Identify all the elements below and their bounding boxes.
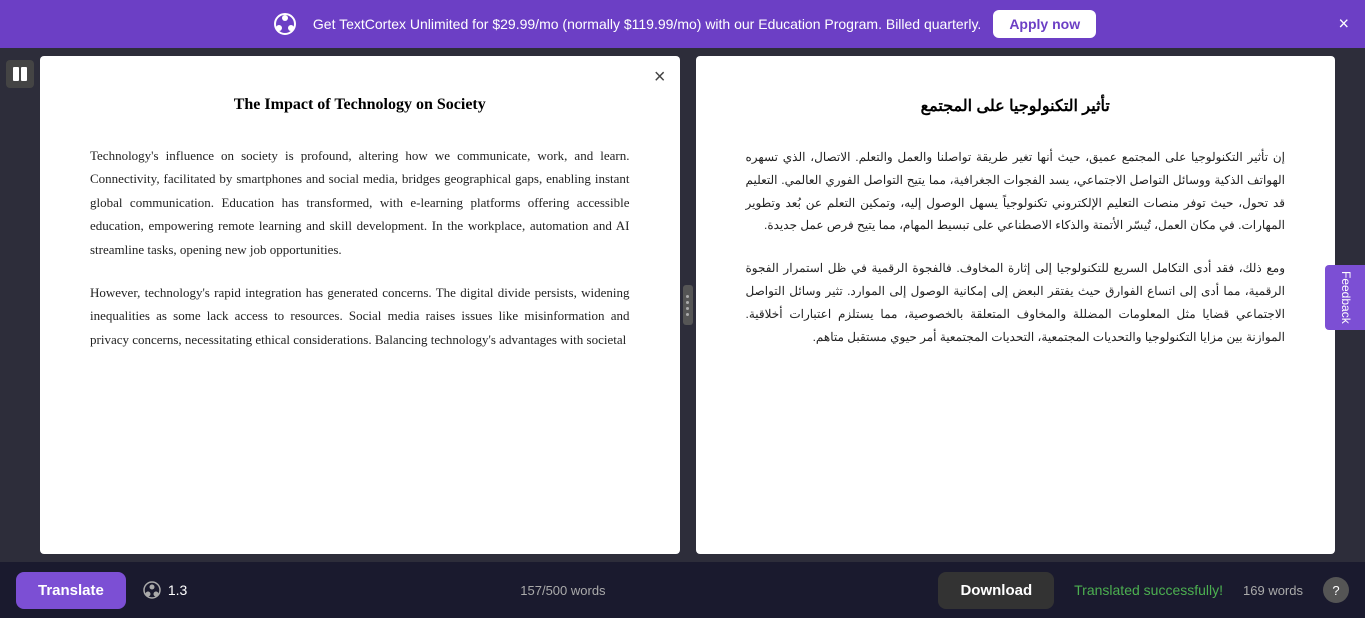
- close-banner-button[interactable]: ×: [1338, 14, 1349, 35]
- source-doc-body: Technology's influence on society is pro…: [90, 144, 630, 351]
- textcortex-logo-icon: [269, 8, 301, 40]
- help-button[interactable]: ?: [1323, 577, 1349, 603]
- divider-dot: [686, 301, 689, 304]
- apply-now-button[interactable]: Apply now: [993, 10, 1096, 38]
- target-panel: تأثير التكنولوجيا على المجتمع إن تأثير ا…: [696, 56, 1336, 554]
- toolbar-right-section: Download Translated successfully! 169 wo…: [938, 572, 1349, 609]
- right-sidebar: Feedback: [1335, 48, 1365, 562]
- feedback-tab[interactable]: Feedback: [1325, 265, 1365, 330]
- source-doc-content: The Impact of Technology on Society Tech…: [40, 56, 680, 554]
- token-icon: [142, 580, 162, 600]
- success-message: Translated successfully!: [1074, 582, 1223, 598]
- source-paragraph-1: Technology's influence on society is pro…: [90, 144, 630, 261]
- toolbar-left-section: Translate 1.3: [16, 572, 187, 609]
- source-panel-close-button[interactable]: ×: [654, 66, 666, 89]
- source-doc-title: The Impact of Technology on Society: [90, 96, 630, 114]
- main-area: × The Impact of Technology on Society Te…: [0, 48, 1365, 562]
- token-count: 1.3: [168, 582, 187, 598]
- layout-icon: [11, 65, 29, 83]
- word-count-left: 157/500 words: [520, 583, 605, 598]
- download-button[interactable]: Download: [938, 572, 1054, 609]
- banner-text: Get TextCortex Unlimited for $29.99/mo (…: [313, 16, 981, 32]
- target-paragraph-1: إن تأثير التكنولوجيا على المجتمع عميق، ح…: [746, 146, 1286, 237]
- divider-dot: [686, 307, 689, 310]
- bottom-toolbar: Translate 1.3 157/500 words Download Tra…: [0, 562, 1365, 618]
- panels-container: × The Impact of Technology on Society Te…: [40, 48, 1335, 562]
- panel-divider[interactable]: [680, 48, 696, 562]
- divider-dot: [686, 313, 689, 316]
- target-paragraph-2: ومع ذلك، فقد أدى التكامل السريع للتكنولو…: [746, 257, 1286, 348]
- translate-button[interactable]: Translate: [16, 572, 126, 609]
- token-display: 1.3: [142, 580, 187, 600]
- sidebar-toggle-button[interactable]: [6, 60, 34, 88]
- source-panel: × The Impact of Technology on Society Te…: [40, 56, 680, 554]
- target-doc-title: تأثير التكنولوجيا على المجتمع: [746, 96, 1286, 116]
- top-banner: Get TextCortex Unlimited for $29.99/mo (…: [0, 0, 1365, 48]
- divider-handle: [683, 285, 693, 325]
- target-doc-body: إن تأثير التكنولوجيا على المجتمع عميق، ح…: [746, 146, 1286, 348]
- target-doc-content: تأثير التكنولوجيا على المجتمع إن تأثير ا…: [696, 56, 1336, 554]
- toolbar-center-section: 157/500 words: [187, 583, 938, 598]
- word-count-right: 169 words: [1243, 583, 1303, 598]
- source-paragraph-2: However, technology's rapid integration …: [90, 281, 630, 351]
- divider-dot: [686, 295, 689, 298]
- left-sidebar: [0, 48, 40, 562]
- divider-dots: [686, 295, 689, 316]
